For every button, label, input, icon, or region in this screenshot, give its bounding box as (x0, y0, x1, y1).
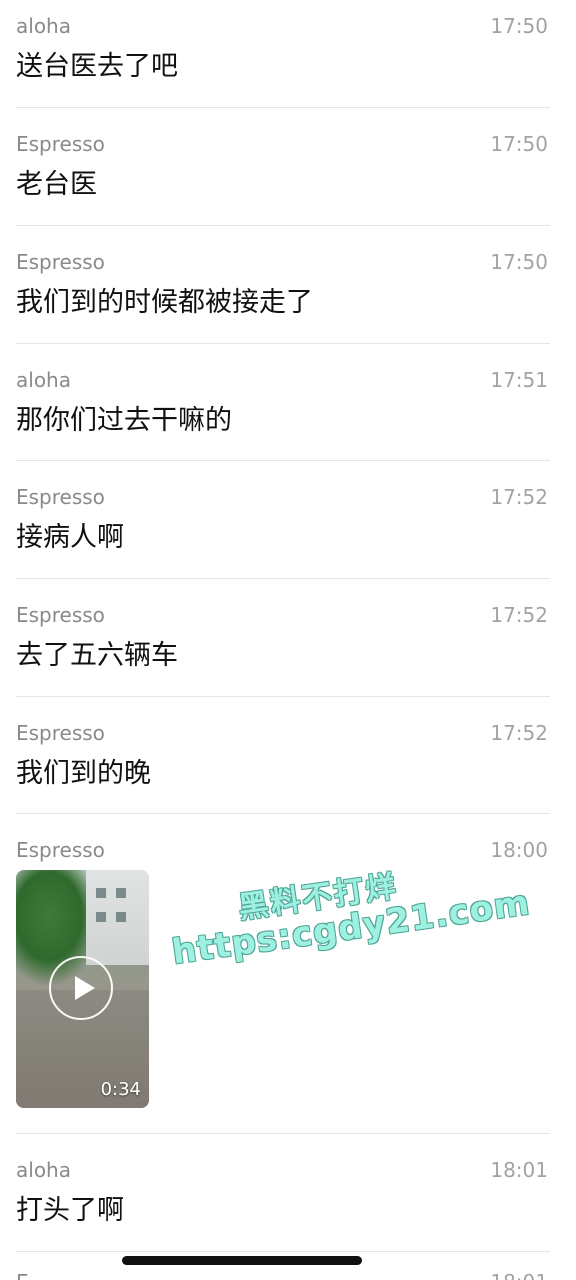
chat-screen: aloha 17:50 送台医去了吧 Espresso 17:50 老台医 Es… (0, 0, 576, 1280)
message-time: 17:52 (490, 603, 548, 627)
message-text: 接病人啊 (16, 522, 124, 553)
message-sender: aloha (16, 14, 71, 38)
message-text: 老台医 (16, 169, 97, 200)
video-thumbnail[interactable]: 0:34 (16, 870, 149, 1108)
message-text: 去了五六辆车 (16, 640, 178, 671)
message-text: 送台医去了吧 (16, 51, 178, 82)
message-item[interactable]: Espresso 17:52 去了五六辆车 (16, 579, 550, 697)
message-item[interactable]: aloha 17:51 那你们过去干嘛的 (16, 344, 550, 461)
message-item[interactable]: aloha 17:50 送台医去了吧 (16, 0, 550, 108)
message-text: 我们到的晚 (16, 758, 151, 789)
message-time: 17:52 (490, 485, 548, 509)
message-item-video[interactable]: Espresso 18:00 0:34 (16, 814, 550, 1134)
message-sender: Espresso (16, 838, 105, 862)
message-item[interactable]: Espresso 17:50 我们到的时候都被接走了 (16, 226, 550, 344)
message-text: 打头了啊 (16, 1195, 124, 1226)
message-sender: Espresso (16, 250, 105, 274)
next-message-time: 18:01 (490, 1270, 548, 1280)
message-time: 18:00 (490, 838, 548, 862)
home-indicator[interactable] (122, 1256, 362, 1265)
message-time: 17:50 (490, 250, 548, 274)
message-text: 我们到的时候都被接走了 (16, 287, 313, 318)
message-time: 17:50 (490, 132, 548, 156)
message-item[interactable]: Espresso 17:50 老台医 (16, 108, 550, 226)
message-time: 17:51 (490, 368, 548, 392)
message-sender: Espresso (16, 132, 105, 156)
next-message-sender: E (16, 1270, 29, 1280)
message-time: 17:52 (490, 721, 548, 745)
message-text: 那你们过去干嘛的 (16, 405, 232, 436)
message-time: 18:01 (490, 1158, 548, 1182)
message-item[interactable]: Espresso 17:52 接病人啊 (16, 461, 550, 579)
play-icon[interactable] (49, 956, 113, 1020)
video-frame-building (86, 870, 149, 965)
message-sender: Espresso (16, 603, 105, 627)
message-sender: aloha (16, 1158, 71, 1182)
message-sender: Espresso (16, 721, 105, 745)
message-sender: Espresso (16, 485, 105, 509)
message-item[interactable]: Espresso 17:52 我们到的晚 (16, 697, 550, 814)
video-duration: 0:34 (100, 1079, 141, 1100)
message-item[interactable]: aloha 18:01 打头了啊 (16, 1134, 550, 1252)
message-time: 17:50 (490, 14, 548, 38)
message-sender: aloha (16, 368, 71, 392)
